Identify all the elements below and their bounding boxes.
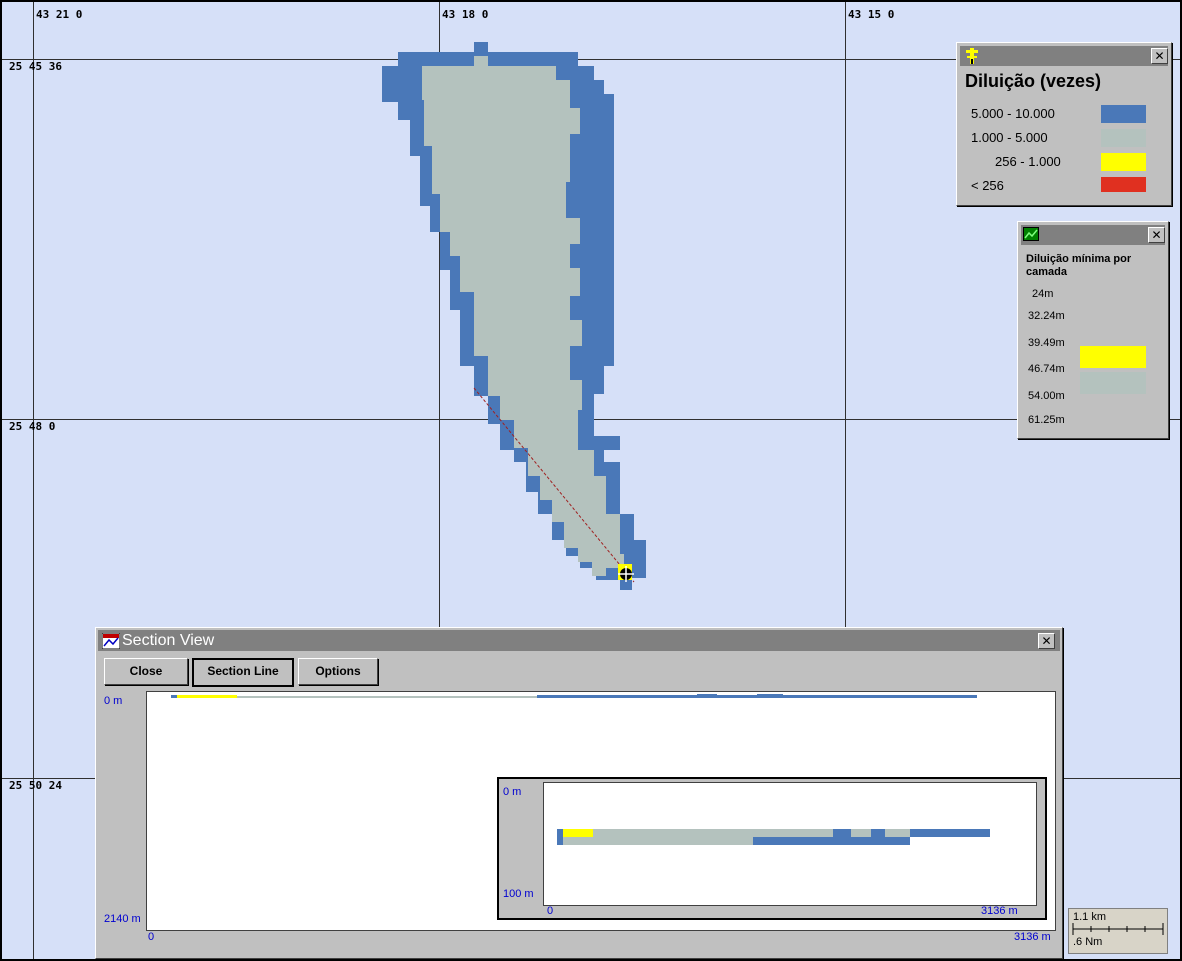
main-x-start-label: 0 [148, 931, 155, 943]
depth-label: 54.00m [1028, 390, 1065, 402]
layer-titlebar[interactable] [1021, 225, 1165, 245]
legend-label: 256 - 1.000 [995, 154, 1061, 169]
legend-swatch [1101, 177, 1146, 192]
yellow-tower-icon [963, 47, 981, 65]
layer-band-swatch [1080, 346, 1146, 368]
legend-close-button[interactable]: ✕ [1151, 48, 1168, 64]
section-view-icon [102, 633, 120, 649]
section-inset-profile [557, 829, 990, 845]
layer-title: Diluição mínima por camada [1026, 253, 1132, 278]
legend-label: 5.000 - 10.000 [971, 106, 1055, 121]
legend-swatch [1101, 105, 1146, 123]
inset-top-depth-label: 0 m [503, 786, 522, 798]
legend-swatch [1101, 129, 1146, 147]
depth-label: 32.24m [1028, 310, 1065, 322]
legend-window[interactable]: ✕ Diluição (vezes) 5.000 - 10.000 1.000 … [956, 42, 1172, 206]
scale-km-label: 1.1 km [1073, 911, 1107, 923]
section-inset-panel[interactable] [543, 782, 1037, 906]
main-bottom-depth-label: 2140 m [104, 913, 141, 925]
legend-label: 1.000 - 5.000 [971, 130, 1048, 145]
map-view[interactable]: 43 21 0 43 18 0 43 15 0 25 45 36 25 48 0… [0, 0, 1182, 961]
depth-label: 39.49m [1028, 337, 1065, 349]
section-inset-frame: 0 m 100 m 0 3136 m [497, 777, 1047, 920]
close-button[interactable]: Close [104, 658, 188, 685]
layer-band-swatch [1080, 372, 1146, 394]
inset-bottom-depth-label: 100 m [503, 888, 534, 900]
layer-close-button[interactable]: ✕ [1148, 227, 1165, 243]
scale-nm-label: .6 Nm [1073, 936, 1103, 948]
inset-x-start-label: 0 [547, 905, 554, 917]
legend-label: < 256 [971, 178, 1004, 193]
section-line-button[interactable]: Section Line [192, 658, 294, 687]
green-chart-icon [1023, 227, 1039, 241]
legend-swatch [1101, 153, 1146, 171]
section-view-title: Section View [122, 632, 215, 649]
main-x-end-label: 3136 m [1014, 931, 1051, 943]
depth-label: 24m [1032, 288, 1054, 300]
layer-dilution-window[interactable]: ✕ Diluição mínima por camada 24m 32.24m … [1017, 221, 1169, 439]
scale-bar: 1.1 km .6 Nm [1068, 908, 1168, 954]
section-close-x-button[interactable]: ✕ [1038, 633, 1055, 649]
section-view-window[interactable]: Section View ✕ Close Section Line Option… [95, 627, 1063, 959]
section-titlebar[interactable] [98, 630, 1060, 651]
legend-titlebar[interactable] [960, 46, 1168, 66]
options-button[interactable]: Options [298, 658, 378, 685]
inset-x-end-label: 3136 m [981, 905, 1018, 917]
scale-ruler [1072, 923, 1164, 935]
main-top-depth-label: 0 m [104, 695, 123, 707]
legend-title: Diluição (vezes) [965, 71, 1102, 91]
depth-label: 61.25m [1028, 414, 1065, 426]
depth-label: 46.74m [1028, 363, 1065, 375]
